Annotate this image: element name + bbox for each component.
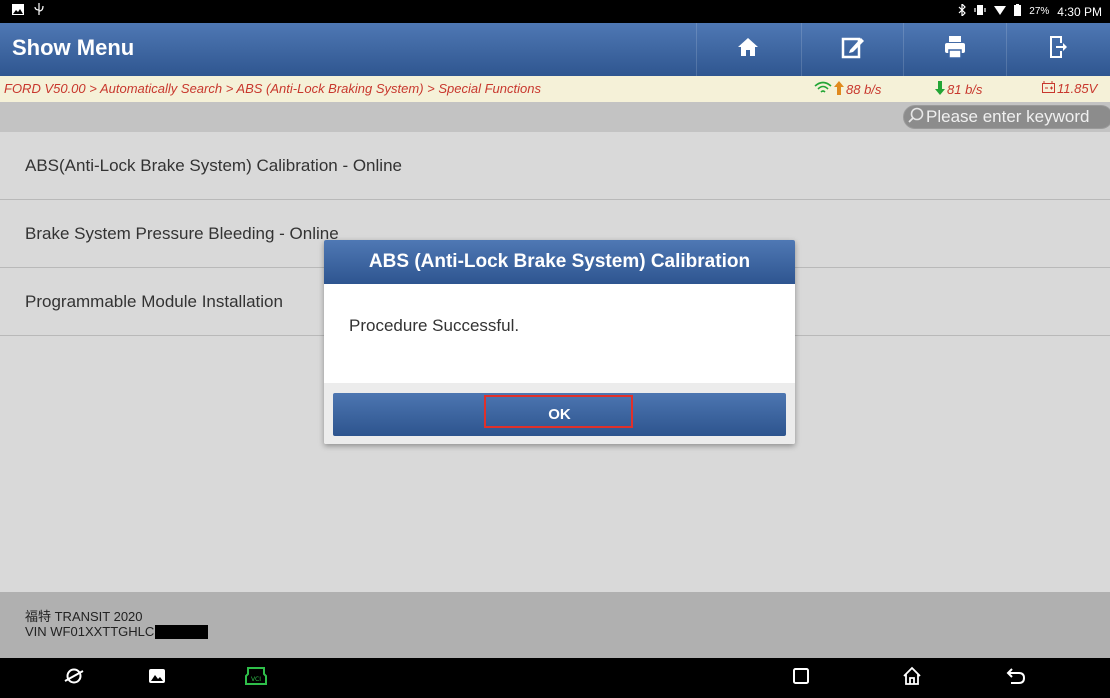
clock: 4:30 PM [1057,4,1102,19]
gallery-shortcut[interactable] [142,666,172,690]
menu-item-label: Brake System Pressure Bleeding - Online [25,223,339,243]
system-nav-bar: VCI [0,658,1110,698]
vci-icon: VCI [244,666,268,691]
download-rate: 81 b/s [947,82,983,97]
vin-redaction [155,624,209,639]
home-button[interactable] [696,23,799,76]
vehicle-info-footer: 福特 TRANSIT 2020 VIN WF01XXTTGHLC [0,592,1110,658]
vibrate-icon [974,4,986,19]
search-icon [908,107,924,128]
menu-item-label: ABS(Anti-Lock Brake System) Calibration … [25,155,402,175]
search-row [0,102,1110,132]
search-box[interactable] [903,105,1110,129]
upload-arrow-icon [834,81,844,98]
signal-icon [814,81,832,98]
vin-row: VIN WF01XXTTGHLC [25,624,209,639]
breadcrumb: FORD V50.00 > Automatically Search > ABS… [4,81,541,96]
planet-icon [64,666,84,691]
edit-report-icon [841,35,865,64]
browser-shortcut[interactable] [59,666,89,690]
menu-item-abs-calibration[interactable]: ABS(Anti-Lock Brake System) Calibration … [0,132,1110,200]
wifi-icon [994,5,1007,19]
back-button[interactable] [1001,666,1031,690]
recents-icon [792,667,810,690]
exit-button[interactable] [1006,23,1109,76]
voltage-status: 11.85V [1042,81,1097,96]
dialog-button-bar: OK [324,383,795,444]
home-outline-icon [902,666,922,691]
calibration-result-dialog: ABS (Anti-Lock Brake System) Calibration… [324,240,795,444]
vehicle-name: 福特 TRANSIT 2020 [25,609,143,624]
home-icon [737,37,759,62]
download-arrow-icon [935,81,945,98]
usb-notification-icon [34,3,44,18]
app-header: Show Menu [0,23,1110,76]
vci-shortcut[interactable]: VCI [241,666,271,690]
bluetooth-icon [958,2,967,19]
breadcrumb-bar: FORD V50.00 > Automatically Search > ABS… [0,76,1110,102]
print-button[interactable] [903,23,1006,76]
ok-highlight-box [484,395,633,428]
page-title: Show Menu [12,35,135,60]
vin-number: VIN WF01XXTTGHLC [25,624,155,639]
status-bar: 27% 4:30 PM [0,0,1110,23]
download-status: 81 b/s [935,81,982,98]
car-battery-icon [1042,81,1055,96]
upload-status: 88 b/s [814,81,881,98]
upload-rate: 88 b/s [846,82,882,97]
battery-icon [1014,4,1022,19]
report-button[interactable] [801,23,904,76]
menu-item-label: Programmable Module Installation [25,291,283,311]
dialog-message: Procedure Successful. [349,316,520,335]
back-arrow-icon [1006,667,1026,690]
svg-text:VCI: VCI [251,676,261,683]
gallery-notification-icon [12,3,24,18]
gallery-icon [148,668,166,689]
print-icon [943,35,967,64]
exit-icon [1048,35,1068,64]
battery-percent: 27% [1029,6,1050,17]
recents-button[interactable] [786,666,816,690]
voltage-value: 11.85V [1057,81,1098,96]
dialog-title: ABS (Anti-Lock Brake System) Calibration [324,240,795,284]
search-input[interactable] [924,106,1110,128]
home-nav-button[interactable] [897,666,927,690]
